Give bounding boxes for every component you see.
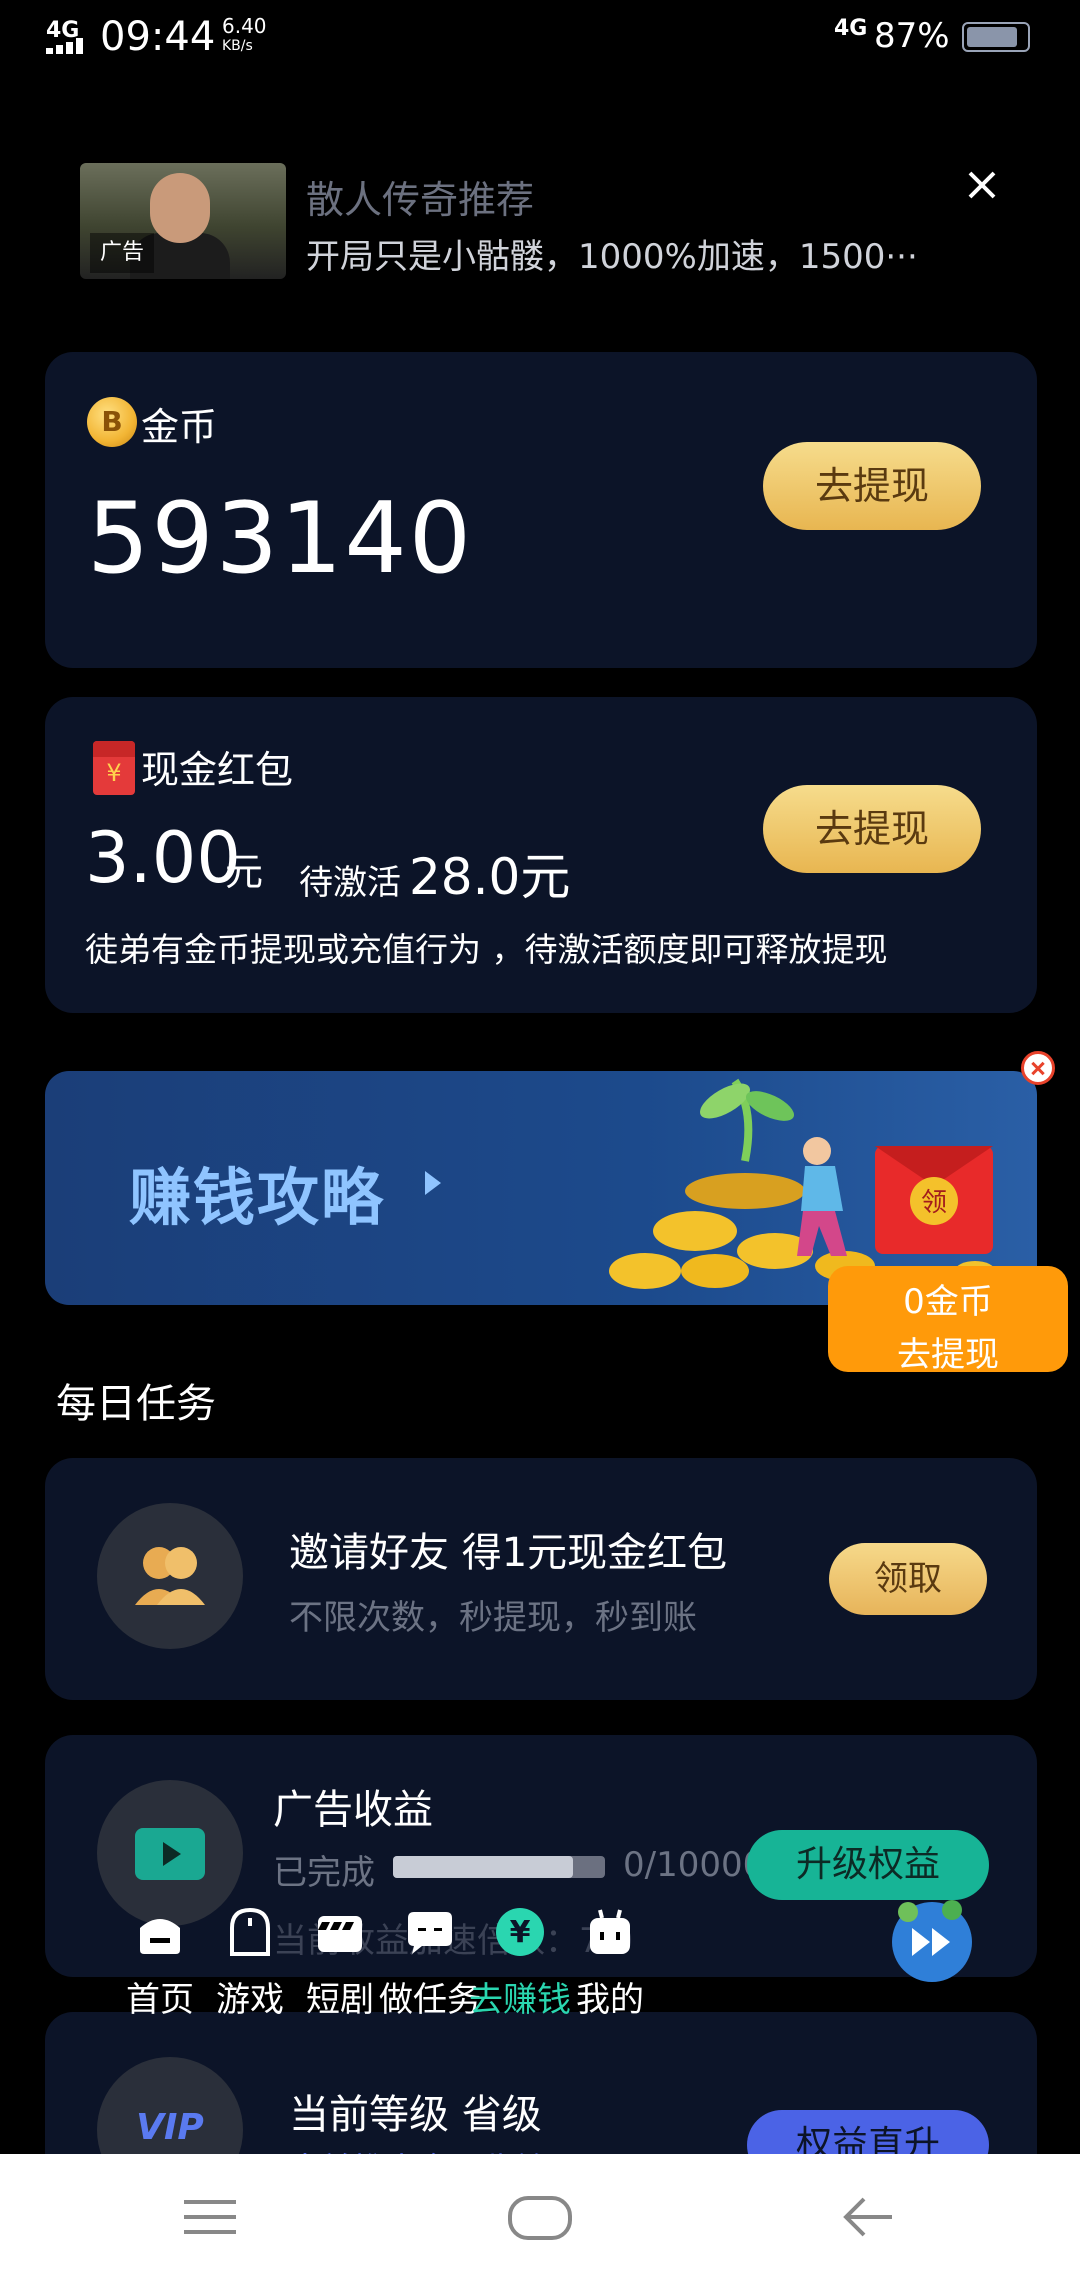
ad-description[interactable]: 开局只是小骷髅，1000%加速，1500··· (306, 229, 918, 278)
red-packet-icon: ¥ (93, 741, 135, 795)
cash-withdraw-button[interactable]: 去提现 (763, 785, 981, 873)
pending-label: 待激活 (299, 863, 401, 903)
invite-task-title: 邀请好友 得1元现金红包 (289, 1530, 728, 1576)
progress-count: 0/10000 (623, 1845, 765, 1885)
ad-banner[interactable]: 广告 散人传奇推荐 开局只是小骷髅，1000%加速，1500··· (80, 163, 1000, 281)
profile-bot-icon (590, 1909, 630, 1954)
invite-task-card: 邀请好友 得1元现金红包 不限次数，秒提现，秒到账 领取 (45, 1458, 1037, 1700)
claim-button[interactable]: 领取 (829, 1543, 987, 1615)
coin-withdraw-button[interactable]: 去提现 (763, 442, 981, 530)
battery-icon (962, 22, 1030, 52)
banner-text: 赚钱攻略 (129, 1161, 386, 1234)
cash-amount: 3.00 (85, 817, 241, 899)
battery-percent: 87% (874, 16, 950, 56)
coin-balance-card: B 金币 593140 去提现 (45, 352, 1037, 668)
coin-balance: 593140 (87, 482, 474, 596)
invite-friends-icon (97, 1503, 243, 1649)
bottom-tab-bar: 首页 游戏 短剧 做任务 ¥ 去赚钱 我的 (100, 1892, 985, 2026)
menu-icon[interactable] (170, 2182, 250, 2252)
invite-task-subtitle: 不限次数，秒提现，秒到账 (289, 1598, 697, 1638)
svg-text:¥: ¥ (510, 1915, 531, 1950)
level-title: 当前等级 省级 (289, 2092, 542, 2138)
floating-assistant-icon[interactable] (886, 1896, 978, 1988)
progress-label: 已完成 (273, 1853, 375, 1893)
svg-text:VIP: VIP (136, 2107, 204, 2148)
tab-mine-label: 我的 (576, 1980, 644, 2020)
cash-unit: 元 (225, 850, 264, 894)
floating-withdraw-button[interactable]: 0金币 去提现 (828, 1266, 1068, 1375)
tab-mine[interactable]: 我的 (550, 1892, 670, 2026)
home-icon (140, 1919, 180, 1954)
coin-label: 金币 (141, 405, 218, 449)
clock: 09:44 (100, 14, 216, 60)
yuan-icon: ¥ (496, 1908, 544, 1956)
close-icon[interactable] (960, 163, 1004, 207)
signal-icon (46, 38, 92, 54)
status-bar: 4G 09:44 6.40 KB/s 4G 87% (0, 0, 1080, 80)
pending-amount: 28.0元 (409, 848, 571, 906)
ad-thumbnail[interactable]: 广告 (80, 163, 286, 279)
ad-title[interactable]: 散人传奇推荐 (306, 169, 534, 224)
upgrade-benefits-button[interactable]: 升级权益 (747, 1830, 989, 1900)
game-icon (230, 1907, 270, 1956)
coin-icon: B (87, 397, 137, 447)
chat-task-icon (408, 1912, 452, 1954)
cash-note: 徒弟有金币提现或充值行为 ，待激活额度即可释放提现 (85, 930, 888, 969)
system-navigation-bar (0, 2154, 1080, 2280)
banner-packet-text: 领 (921, 1188, 947, 1218)
cash-label: 现金红包 (141, 748, 294, 792)
clapperboard-icon (318, 1916, 362, 1952)
play-arrow-icon (425, 1171, 441, 1195)
daily-tasks-title: 每日任务 (56, 1381, 216, 1427)
ad-badge: 广告 (90, 233, 155, 273)
cash-redpacket-card: ¥ 现金红包 3.00 元 待激活 28.0元 徒弟有金币提现或充值行为 ，待激… (45, 697, 1037, 1013)
progress-bar (393, 1856, 605, 1878)
network-type-right: 4G (834, 16, 868, 41)
banner-close-icon[interactable] (1021, 1051, 1055, 1085)
back-arrow-icon[interactable] (830, 2182, 910, 2252)
network-speed: 6.40 KB/s (222, 14, 267, 54)
home-button-icon[interactable] (500, 2182, 580, 2252)
ad-income-title: 广告收益 (273, 1787, 433, 1833)
